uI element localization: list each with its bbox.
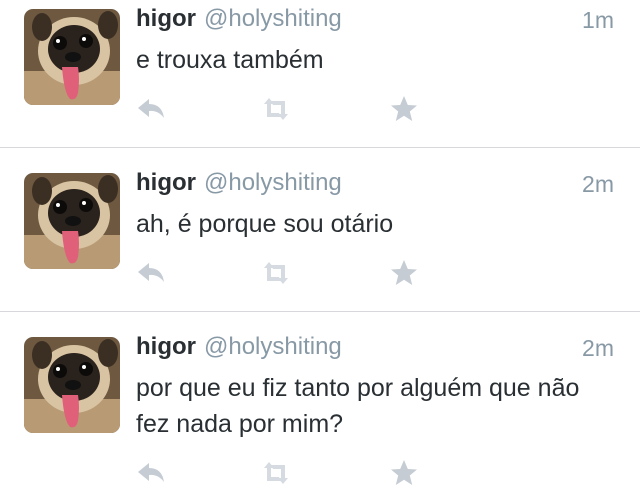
- avatar[interactable]: [24, 337, 120, 433]
- author-handle[interactable]: @holyshiting: [204, 5, 342, 32]
- reply-button[interactable]: [136, 458, 168, 488]
- reply-icon: [138, 463, 164, 482]
- tweet-text: ah, é porque sou otário: [136, 210, 394, 238]
- timeline: higor @holyshiting 1m e trouxa também hi…: [0, 0, 640, 495]
- tweet-timestamp: 2m: [582, 171, 614, 197]
- pug-avatar-image: [24, 337, 120, 433]
- reply-icon: [138, 263, 164, 282]
- tweet-author[interactable]: higor @holyshiting: [136, 169, 342, 197]
- author-handle[interactable]: @holyshiting: [204, 333, 342, 360]
- pug-avatar-image: [24, 9, 120, 105]
- tweet-actions: [136, 94, 436, 124]
- tweet-actions: [136, 258, 436, 288]
- favorite-button[interactable]: [388, 94, 420, 124]
- avatar[interactable]: [24, 9, 120, 105]
- author-name[interactable]: higor: [136, 169, 196, 196]
- tweet-text: por que eu fiz tanto por alguém que não …: [136, 374, 580, 438]
- star-icon: [391, 96, 417, 121]
- author-name[interactable]: higor: [136, 5, 196, 32]
- avatar[interactable]: [24, 173, 120, 269]
- retweet-button[interactable]: [260, 94, 292, 124]
- tweet[interactable]: higor @holyshiting 2m por que eu fiz tant…: [0, 328, 640, 495]
- favorite-button[interactable]: [388, 458, 420, 488]
- retweet-button[interactable]: [260, 458, 292, 488]
- tweet-timestamp: 2m: [582, 335, 614, 361]
- tweet-author[interactable]: higor @holyshiting: [136, 333, 342, 361]
- retweet-icon: [264, 462, 288, 484]
- star-icon: [391, 460, 417, 485]
- reply-button[interactable]: [136, 258, 168, 288]
- retweet-icon: [264, 262, 288, 284]
- favorite-button[interactable]: [388, 258, 420, 288]
- reply-button[interactable]: [136, 94, 168, 124]
- tweet-timestamp: 1m: [582, 7, 614, 33]
- tweet[interactable]: higor @holyshiting 2m ah, é porque sou ot…: [0, 164, 640, 311]
- tweet-author[interactable]: higor @holyshiting: [136, 5, 342, 33]
- reply-icon: [138, 99, 164, 118]
- tweet[interactable]: higor @holyshiting 1m e trouxa também: [0, 0, 640, 147]
- pug-avatar-image: [24, 173, 120, 269]
- star-icon: [391, 260, 417, 285]
- author-name[interactable]: higor: [136, 333, 196, 360]
- retweet-icon: [264, 98, 288, 120]
- tweet-text: e trouxa também: [136, 46, 324, 74]
- divider: [0, 311, 640, 312]
- retweet-button[interactable]: [260, 258, 292, 288]
- divider: [0, 147, 640, 148]
- author-handle[interactable]: @holyshiting: [204, 169, 342, 196]
- tweet-actions: [136, 458, 436, 488]
